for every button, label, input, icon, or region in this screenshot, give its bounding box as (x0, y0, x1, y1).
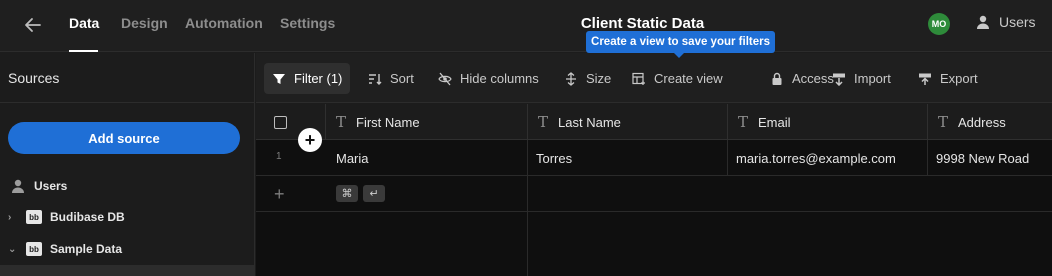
filter-label: Filter (1) (294, 71, 343, 86)
avatar[interactable]: MO (928, 13, 950, 35)
column-divider (727, 140, 728, 176)
sidebar-item-users[interactable]: Users (10, 178, 67, 194)
select-all-checkbox[interactable] (274, 116, 287, 129)
text-type-icon: T (738, 113, 749, 131)
resize-icon (566, 71, 576, 86)
column-divider (527, 140, 528, 276)
column-header-email[interactable]: T Email (728, 104, 928, 140)
sidebar-item-label: Budibase DB (50, 210, 125, 224)
create-view-label: Create view (654, 71, 723, 86)
export-label: Export (940, 71, 978, 86)
import-button[interactable]: Import (824, 63, 899, 94)
export-icon (919, 73, 931, 85)
sources-header: Sources (0, 53, 255, 103)
users-button[interactable]: Users (975, 14, 1036, 30)
budibase-icon: bb (26, 242, 42, 256)
import-icon (833, 73, 845, 86)
enter-key-icon: ↵ (363, 185, 385, 202)
column-label: Address (958, 114, 1006, 130)
lock-icon (772, 72, 782, 85)
hide-columns-label: Hide columns (460, 71, 539, 86)
cell-address[interactable]: 9998 New Road (928, 140, 1052, 176)
column-label: First Name (356, 114, 420, 130)
chevron-right-icon[interactable]: › (8, 212, 18, 223)
eye-off-icon (438, 72, 452, 85)
filter-button[interactable]: Filter (1) (264, 63, 351, 94)
cell-first-name[interactable]: Maria (328, 140, 528, 176)
user-icon (12, 179, 24, 193)
budibase-icon: bb (26, 210, 42, 224)
users-label: Users (999, 14, 1036, 30)
column-divider (927, 140, 928, 176)
column-label: Last Name (558, 114, 621, 130)
add-column-button[interactable]: + (298, 128, 322, 152)
hide-columns-button[interactable]: Hide columns (430, 63, 547, 94)
page-title: Client Static Data (580, 15, 705, 32)
data-grid: T First Name T Last Name T Email T Addre… (256, 104, 1052, 276)
size-label: Size (586, 71, 612, 86)
text-type-icon: T (538, 113, 549, 131)
sort-button[interactable]: Sort (360, 63, 422, 94)
cell-email[interactable]: maria.torres@example.com (728, 140, 928, 176)
column-label: Email (758, 114, 791, 130)
table-row[interactable]: 1 Maria Torres maria.torres@example.com … (256, 140, 1052, 176)
create-view-button[interactable]: Create view (624, 63, 731, 94)
chevron-down-icon[interactable]: ⌄ (8, 244, 18, 255)
column-header-address[interactable]: T Address (928, 104, 1052, 140)
create-view-tooltip: Create a view to save your filters (586, 31, 775, 58)
import-label: Import (854, 71, 891, 86)
add-source-button[interactable]: Add source (8, 122, 240, 154)
cell-last-name[interactable]: Torres (528, 140, 728, 176)
filter-icon (273, 73, 285, 84)
sources-title: Sources (8, 70, 60, 86)
toolbar: Filter (1) Sort Hide columns Size Create… (256, 53, 1052, 103)
sort-label: Sort (390, 71, 414, 86)
sidebar-item-sample-data[interactable]: ⌄ bb Sample Data (8, 242, 122, 256)
add-row-icon[interactable]: + (274, 184, 285, 205)
size-button[interactable]: Size (556, 63, 619, 94)
sort-icon (369, 73, 382, 85)
user-icon (977, 15, 989, 29)
sidebar-item-budibase-db[interactable]: › bb Budibase DB (8, 210, 125, 224)
column-header-last-name[interactable]: T Last Name (528, 104, 728, 140)
command-key-icon: ⌘ (336, 185, 358, 202)
row-number: 1 (276, 151, 282, 162)
sidebar-item-label: Sample Data (50, 242, 123, 256)
table-plus-icon (632, 72, 645, 85)
add-row[interactable]: + ⌘ ↵ (256, 176, 1052, 212)
active-tab-indicator (69, 50, 98, 52)
top-nav: Data Design Automation Settings Client S… (0, 0, 1052, 52)
sidebar: Sources Add source Users › bb Budibase D… (0, 53, 255, 276)
sidebar-item-label: Users (34, 179, 68, 193)
text-type-icon: T (938, 113, 949, 131)
sidebar-item-selected[interactable] (0, 265, 255, 276)
text-type-icon: T (336, 113, 347, 131)
grid-header: T First Name T Last Name T Email T Addre… (256, 104, 1052, 140)
export-button[interactable]: Export (910, 63, 986, 94)
column-header-first-name[interactable]: T First Name (326, 104, 528, 140)
